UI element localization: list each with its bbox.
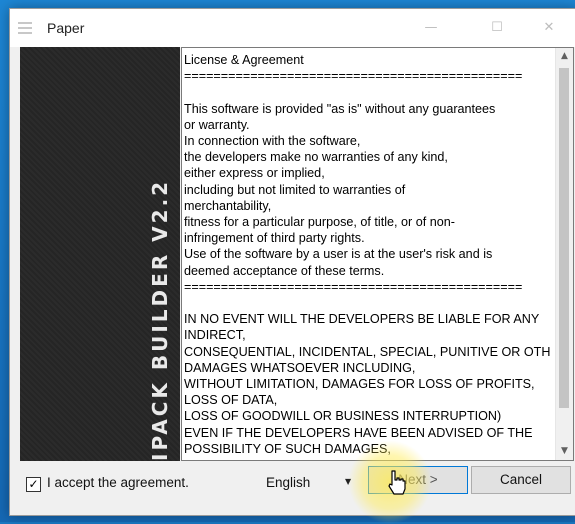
language-value: English: [266, 475, 311, 490]
license-line: infringement of third party rights.: [184, 231, 365, 246]
license-line: This software is provided "as is" withou…: [184, 101, 496, 116]
scroll-thumb[interactable]: [559, 68, 569, 408]
brand-text: IPACK BUILDER V2.2: [148, 178, 172, 461]
installer-window: Paper — ☐ ✕ IPACK BUILDER V2.2 License &…: [9, 8, 575, 516]
license-line: [184, 295, 550, 311]
license-line: In connection with the software,: [184, 134, 361, 149]
license-line: ========================================…: [184, 279, 523, 294]
scroll-down-icon[interactable]: ▼: [556, 443, 573, 460]
license-text: License & Agreement =====================…: [184, 52, 550, 456]
license-line: the developers make no warranties of any…: [184, 150, 448, 165]
license-line: fitness for a particular purpose, of tit…: [184, 215, 455, 230]
license-line: IN NO EVENT WILL THE DEVELOPERS BE LIABL…: [184, 312, 540, 327]
license-line: either express or implied,: [184, 166, 325, 181]
license-scrollbar[interactable]: ▲ ▼: [555, 48, 573, 460]
hand-cursor-icon: [388, 470, 406, 495]
footer-bar: ✓ I accept the agreement. English ▼ Next…: [10, 461, 575, 515]
accept-checkbox[interactable]: ✓: [26, 477, 41, 492]
license-line: EVEN IF THE DEVELOPERS HAVE BEEN ADVISED…: [184, 425, 533, 440]
license-line: [184, 84, 550, 100]
cancel-button[interactable]: Cancel: [471, 466, 571, 494]
license-line: POSSIBILITY OF SUCH DAMAGES,: [184, 441, 391, 456]
next-button[interactable]: Next >: [368, 466, 468, 494]
accept-label[interactable]: I accept the agreement.: [47, 475, 189, 490]
license-line: ========================================…: [184, 69, 523, 84]
license-line: deemed acceptance of these terms.: [184, 263, 385, 278]
maximize-icon[interactable]: ☐: [474, 9, 520, 47]
license-line: LOSS OF GOODWILL OR BUSINESS INTERRUPTIO…: [184, 409, 502, 424]
license-line: DAMAGES WHATSOEVER INCLUDING,: [184, 360, 416, 375]
license-textbox[interactable]: License & Agreement =====================…: [181, 47, 574, 461]
license-line: License & Agreement: [184, 53, 304, 67]
license-line: LOSS OF DATA,: [184, 393, 278, 408]
language-select[interactable]: English ▼: [258, 471, 358, 493]
close-icon[interactable]: ✕: [526, 9, 572, 47]
license-line: CONSEQUENTIAL, INCIDENTAL, SPECIAL, PUNI…: [184, 344, 550, 359]
dropdown-arrow-icon: ▼: [345, 477, 352, 486]
license-line: merchantability,: [184, 198, 272, 213]
window-title: Paper: [47, 20, 85, 36]
minimize-icon[interactable]: —: [408, 9, 454, 47]
license-line: including but not limited to warranties …: [184, 182, 406, 197]
license-line: WITHOUT LIMITATION, DAMAGES FOR LOSS OF …: [184, 377, 535, 392]
sidebar-banner: IPACK BUILDER V2.2: [20, 47, 180, 461]
license-line: INDIRECT,: [184, 328, 246, 343]
license-line: Use of the software by a user is at the …: [184, 247, 493, 262]
app-icon: [18, 22, 32, 36]
title-bar: Paper — ☐ ✕: [10, 9, 575, 47]
license-line: or warranty.: [184, 117, 250, 132]
scroll-up-icon[interactable]: ▲: [556, 48, 573, 65]
